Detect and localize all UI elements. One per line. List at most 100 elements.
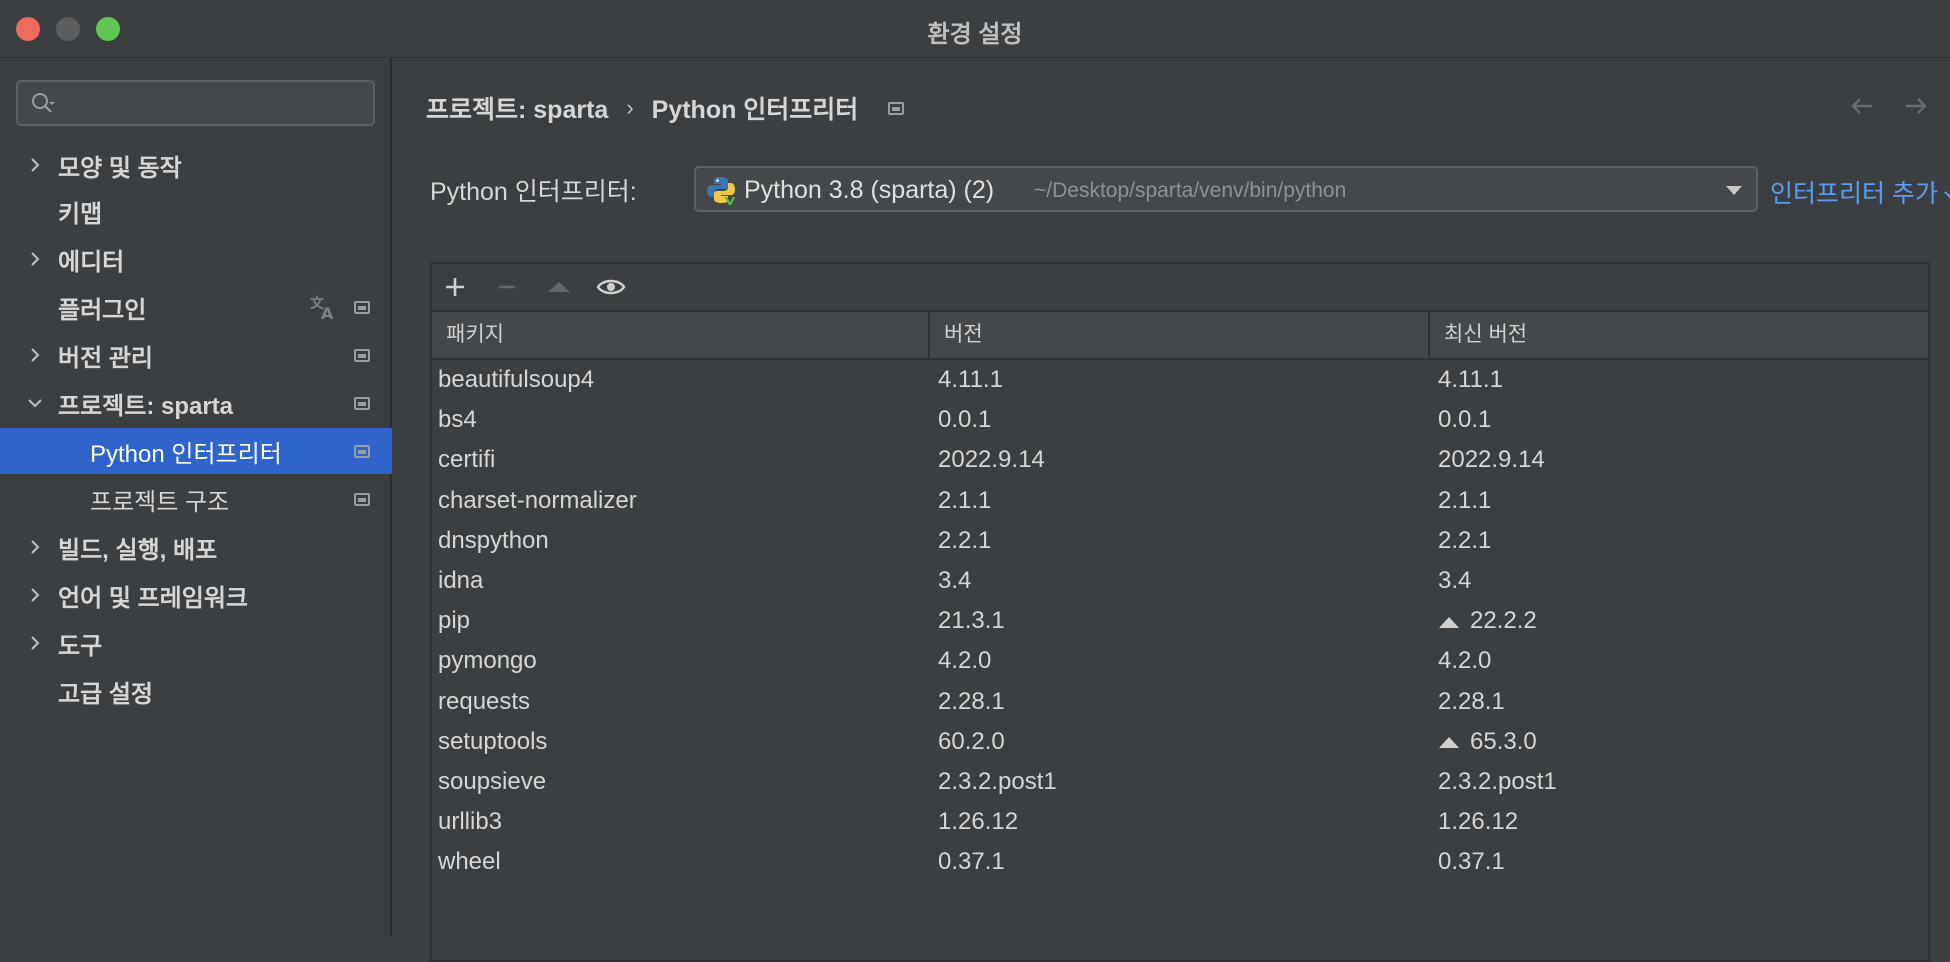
chevron-down-icon [28,399,42,408]
version-cell: 2.3.2.post1 [938,767,1057,795]
column-header-latest-version[interactable]: 최신 버전 [1430,312,1930,358]
breadcrumb-parent[interactable]: 프로젝트: sparta [426,90,608,126]
table-row[interactable]: requests 2.28.1 2.28.1 [432,682,1928,722]
table-row[interactable]: pip 21.3.1 22.2.2 [432,601,1928,641]
breadcrumb-separator: › [626,95,634,120]
sidebar-item-tools[interactable]: 도구 [0,620,392,666]
table-row[interactable]: pymongo 4.2.0 4.2.0 [432,641,1928,681]
latest-version-cell: 2022.9.14 [1438,440,1545,480]
latest-version-value: 2.3.2.post1 [1438,767,1557,795]
table-row[interactable]: idna 3.4 3.4 [432,561,1928,601]
latest-version-cell: 2.1.1 [1438,481,1491,521]
chevron-right-icon [31,588,40,602]
latest-version-value: 3.4 [1438,566,1472,594]
table-row[interactable]: wheel 0.37.1 0.37.1 [432,842,1928,882]
sidebar-item-label: Python 인터프리터 [90,440,282,468]
eye-icon[interactable] [596,272,626,302]
latest-version-cell: 2.28.1 [1438,682,1505,722]
table-row[interactable]: bs4 0.0.1 0.0.1 [432,400,1928,440]
sidebar-item-label: 버전 관리 [58,344,153,372]
page-icon [354,444,370,458]
package-name-cell: urllib3 [438,808,503,836]
column-header-version[interactable]: 버전 [930,312,1430,358]
package-name-cell: pymongo [438,647,537,675]
sidebar-item-advanced[interactable]: 고급 설정 [0,668,392,714]
latest-version-cell: 0.37.1 [1438,842,1505,882]
package-name-cell: dnspython [438,526,549,554]
sidebar-item-build[interactable]: 빌드, 실행, 배포 [0,524,392,570]
search-icon [32,93,55,113]
version-cell: 2.1.1 [938,486,992,514]
table-row[interactable]: soupsieve 2.3.2.post1 2.3.2.post1 [432,762,1928,802]
arrow-right-icon[interactable] [1900,90,1932,122]
version-cell: 2.28.1 [938,687,1005,715]
plus-icon[interactable] [440,272,470,302]
sidebar-item-keymap[interactable]: 키맵 [0,188,392,234]
table-row[interactable]: certifi 2022.9.14 2022.9.14 [432,440,1928,480]
interpreter-select[interactable]: Python 3.8 (sparta) (2) ~/Desktop/sparta… [694,166,1758,212]
upgrade-arrow-icon[interactable] [544,272,574,302]
packages-table-body: beautifulsoup4 4.11.1 4.11.1 bs4 0.0.1 0.0.1 c… [432,360,1928,882]
table-row[interactable]: charset-normalizer 2.1.1 2.1.1 [432,481,1928,521]
upgrade-arrow-icon [1439,616,1459,628]
latest-version-value: 4.2.0 [1438,647,1492,675]
version-cell: 4.11.1 [938,366,1003,393]
upgrade-arrow-icon [1439,737,1459,749]
latest-version-value: 22.2.2 [1470,607,1537,635]
settings-search-input[interactable] [16,80,375,126]
sidebar-item-version-control[interactable]: 버전 관리 [0,332,392,378]
settings-content: 프로젝트: sparta › Python 인터프리터 Python 인터프리터… [392,58,1950,962]
version-cell: 4.2.0 [938,647,992,675]
sidebar-item-python-interpreter[interactable]: Python 인터프리터 [0,428,392,474]
table-row[interactable]: urllib3 1.26.12 1.26.12 [432,802,1928,842]
chevron-right-icon [31,348,40,362]
version-cell: 60.2.0 [938,727,1005,755]
sidebar-item-appearance[interactable]: 모양 및 동작 [0,142,392,188]
interpreter-path: ~/Desktop/sparta/venv/bin/python [1034,179,1347,202]
latest-version-cell: 4.11.1 [1438,360,1503,400]
sidebar-item-languages[interactable]: 언어 및 프레임워크 [0,572,392,618]
table-row[interactable]: setuptools 60.2.0 65.3.0 [432,722,1928,762]
version-cell: 3.4 [938,566,972,594]
sidebar-item-label: 언어 및 프레임워크 [58,584,248,612]
interpreter-name: Python 3.8 (sparta) (2) [744,176,995,204]
latest-version-value: 0.0.1 [1438,406,1492,434]
chevron-right-icon [31,636,40,650]
latest-version-value: 2022.9.14 [1438,446,1545,474]
arrow-left-icon[interactable] [1846,90,1878,122]
sidebar-item-label: 프로젝트 구조 [90,488,230,516]
version-cell: 21.3.1 [938,607,1005,635]
package-name-cell: requests [438,687,531,715]
chevron-down-icon [1726,186,1742,195]
latest-version-value: 2.2.1 [1438,526,1492,554]
latest-version-value: 0.37.1 [1438,848,1505,876]
sidebar-item-plugins[interactable]: 플러그인 文 A [0,284,392,330]
column-header-package[interactable]: 패키지 [432,312,930,358]
table-header: 패키지 버전 최신 버전 [432,312,1928,360]
translate-icon: 文 A [310,295,334,322]
sidebar-item-editor[interactable]: 에디터 [0,236,392,282]
sidebar-item-label: 프로젝트: sparta [58,392,234,420]
version-cell: 0.37.1 [938,848,1005,876]
sidebar-item-label: 키맵 [58,200,103,228]
page-icon [354,300,370,314]
table-row[interactable]: dnspython 2.2.1 2.2.1 [432,521,1928,561]
latest-version-cell: 3.4 [1438,561,1471,601]
version-cell: 1.26.12 [938,808,1019,836]
sidebar-item-label: 플러그인 [58,296,147,324]
add-interpreter-link[interactable]: 인터프리터 추가 [1770,174,1950,210]
package-name-cell: certifi [438,446,496,474]
minus-icon[interactable] [492,272,522,302]
settings-sidebar: 모양 및 동작 키맵 에디터 플러그인 文 A 버전 관리 프로젝트: spar… [0,58,392,936]
sidebar-item-label: 도구 [58,632,103,660]
sidebar-item-label: 에디터 [58,248,125,276]
sidebar-item-label: 빌드, 실행, 배포 [58,536,218,564]
sidebar-item-project-structure[interactable]: 프로젝트 구조 [0,476,392,522]
package-name-cell: bs4 [438,406,477,434]
chevron-right-icon [31,158,40,172]
version-cell: 2.2.1 [938,526,992,554]
sidebar-item-project[interactable]: 프로젝트: sparta [0,380,392,426]
sidebar-item-label: 모양 및 동작 [58,154,182,182]
page-icon [888,101,905,115]
table-row[interactable]: beautifulsoup4 4.11.1 4.11.1 [432,360,1928,400]
